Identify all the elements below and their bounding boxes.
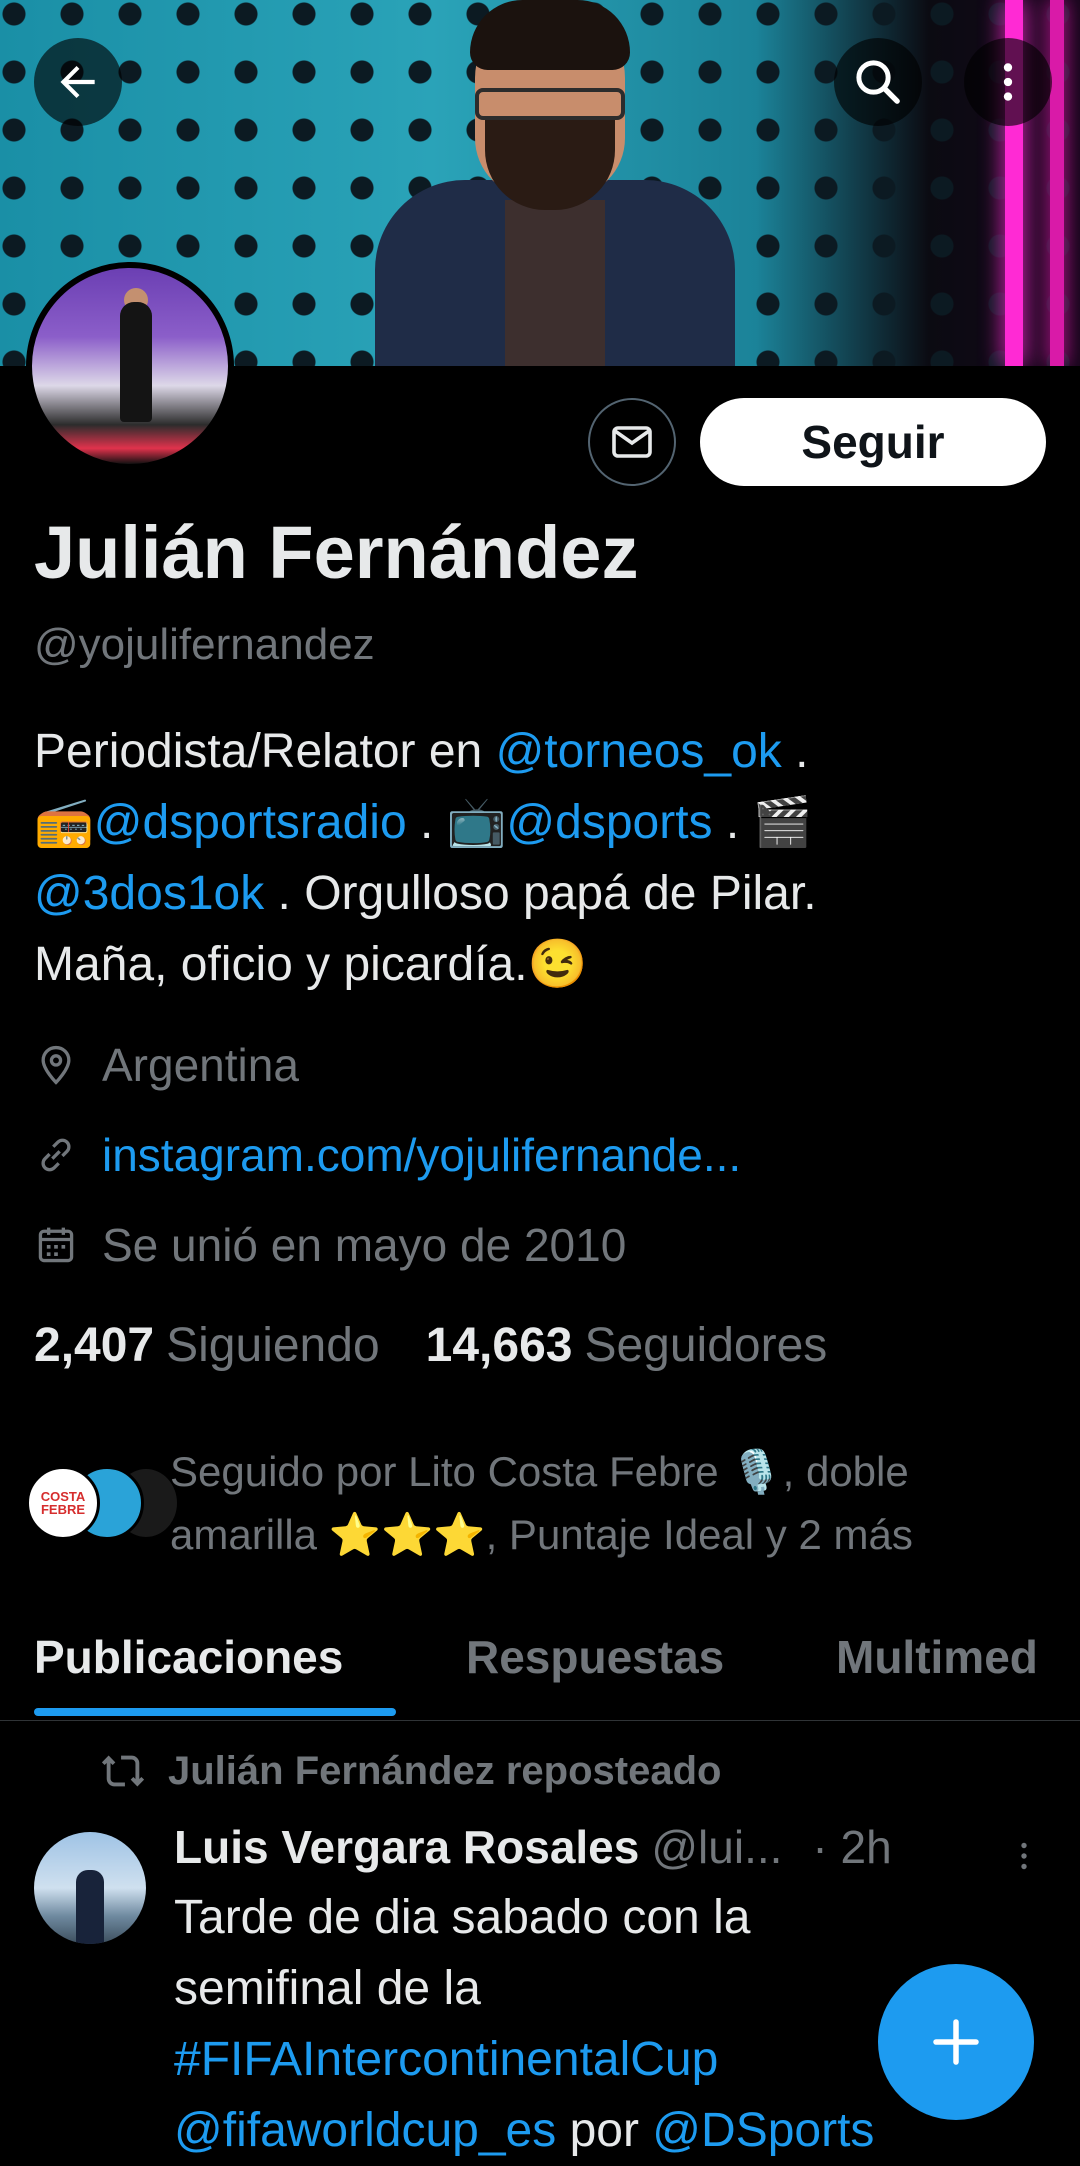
following-label: Siguiendo [166, 1319, 380, 1372]
hashtag-link[interactable]: #FIFAIntercontinentalCup [174, 2033, 718, 2086]
mention-link[interactable]: @fifaworldcup_es [174, 2104, 556, 2157]
plus-icon [933, 2019, 979, 2065]
post-text-fragment: por [556, 2104, 653, 2157]
message-button[interactable] [588, 398, 676, 486]
followers-label: Seguidores [584, 1319, 828, 1372]
post-line: Tarde de dia sabado con la [174, 1891, 751, 1944]
compose-button[interactable] [878, 1964, 1034, 2120]
profile-handle: @yojulifernandez [34, 620, 375, 669]
arrow-left-icon [60, 65, 95, 99]
location-pin-icon [41, 1045, 71, 1085]
joined-row: Se unió en mayo de 2010 [34, 1218, 626, 1272]
clapper-emoji: 🎬 [752, 796, 813, 849]
mention-link[interactable]: @3dos1ok [34, 867, 264, 920]
more-options-button[interactable] [964, 38, 1052, 126]
bio-text: Maña, oficio y picardía. [34, 938, 528, 991]
mention-link[interactable]: @torneos_ok [496, 725, 782, 778]
mention-link[interactable]: @dsports [506, 796, 712, 849]
followed-by-text: Seguido por Lito Costa Febre 🎙️, doble a… [170, 1440, 1070, 1566]
followed-by-line: Seguido por Lito Costa Febre 🎙️, doble [170, 1448, 909, 1495]
post-more-button[interactable] [1006, 1838, 1042, 1878]
radio-emoji: 📻 [34, 796, 94, 849]
followers-count: 14,663 [425, 1319, 573, 1372]
link-icon [41, 1138, 71, 1172]
mention-link[interactable]: @dsportsradio [94, 796, 407, 849]
tab-publicaciones[interactable]: Publicaciones [34, 1630, 343, 1684]
profile-name: Julián Fernández [34, 511, 639, 594]
profile-bio: Periodista/Relator en @torneos_ok . 📻@ds… [34, 716, 1054, 1000]
following-count: 2,407 [34, 1319, 155, 1372]
vertical-dots-icon [1003, 63, 1013, 101]
calendar-icon [38, 1227, 74, 1263]
website-link[interactable]: instagram.com/yojulifernande... [102, 1128, 741, 1182]
location-text: Argentina [102, 1039, 299, 1091]
repost-label: Julián Fernández reposteado [168, 1748, 722, 1793]
search-button[interactable] [834, 38, 922, 126]
repost-icon [101, 1755, 145, 1787]
followed-by-line: amarilla ⭐⭐⭐, Puntaje Ideal y 2 más [170, 1511, 913, 1558]
followed-by-row[interactable]: COSTA FEBRE Seguido por Lito Costa Febre… [26, 1440, 1066, 1570]
profile-avatar[interactable] [26, 262, 234, 470]
follower-avatar: COSTA FEBRE [26, 1466, 100, 1540]
vertical-dots-icon [1021, 1842, 1027, 1870]
bio-text: . Orgulloso papá de Pilar. [264, 867, 817, 920]
back-button[interactable] [34, 38, 122, 126]
website-row[interactable]: instagram.com/yojulifernande... [34, 1128, 741, 1182]
active-tab-indicator [34, 1708, 396, 1716]
post-author-name[interactable]: Luis Vergara Rosales [174, 1820, 639, 1874]
joined-text: Se unió en mayo de 2010 [102, 1219, 627, 1271]
follow-button[interactable]: Seguir [700, 398, 1046, 486]
tab-respuestas[interactable]: Respuestas [466, 1630, 724, 1684]
profile-tabs: Publicaciones Respuestas Multimed [0, 1620, 1080, 1721]
post-header: Luis Vergara Rosales @lui... · 2h [174, 1820, 892, 1874]
search-icon [856, 60, 900, 104]
post-author-avatar[interactable] [34, 1832, 146, 1944]
banner-person-photo [345, 0, 765, 366]
bio-text: . [712, 796, 753, 849]
post-time: · 2h [812, 1821, 892, 1873]
follow-stats: 2,407 Siguiendo 14,663 Seguidores [34, 1318, 873, 1373]
banner-light [1050, 0, 1064, 366]
tv-emoji: 📺 [446, 796, 507, 849]
bio-text: . [406, 796, 447, 849]
mention-link[interactable]: @DSports [652, 2104, 874, 2157]
location-row: Argentina [34, 1038, 299, 1092]
bio-text: . [781, 725, 809, 778]
wink-emoji: 😉 [527, 938, 588, 991]
bio-text: Periodista/Relator en [34, 725, 496, 778]
repost-indicator[interactable]: Julián Fernández reposteado [100, 1748, 721, 1794]
envelope-icon [612, 426, 652, 458]
tab-multimedia[interactable]: Multimed [836, 1630, 1038, 1684]
following-stat[interactable]: 2,407 Siguiendo [34, 1318, 380, 1373]
followers-stat[interactable]: 14,663 Seguidores [426, 1318, 828, 1373]
post-author-handle[interactable]: @lui... [651, 1820, 782, 1874]
